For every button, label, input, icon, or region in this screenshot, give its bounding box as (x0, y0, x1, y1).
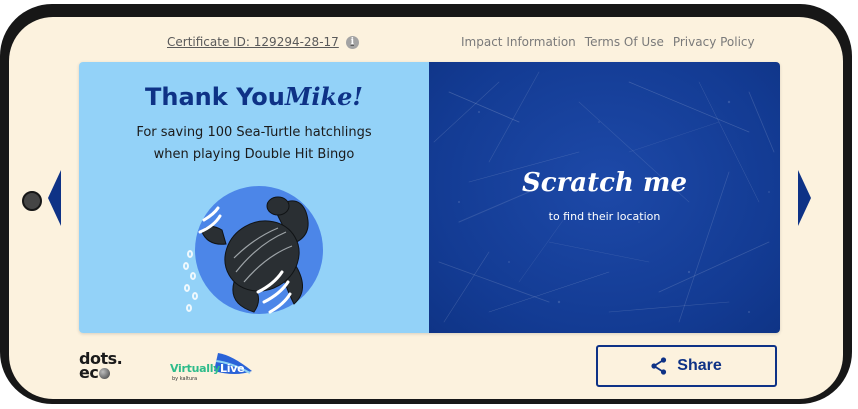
sea-turtle-illustration (183, 186, 323, 314)
logo-word-virtually: Virtually (170, 362, 221, 375)
privacy-policy-link[interactable]: Privacy Policy (673, 35, 755, 49)
subtitle-line: For saving 100 Sea-Turtle hatchlings (136, 125, 372, 140)
globe-icon (99, 367, 111, 379)
logo-word-live: Live (220, 362, 245, 375)
thank-you-subtitle: For saving 100 Sea-Turtle hatchlings whe… (99, 122, 409, 166)
scratch-title: Scratch me (521, 168, 687, 198)
user-name: Mike! (284, 82, 363, 111)
phone-camera (22, 191, 42, 211)
logo-by-kaltura: by kaltura (172, 376, 198, 382)
dots-eco-logo: dots. ec (79, 351, 123, 382)
certificate-id-link[interactable]: Certificate ID: 129294-28-17 i (167, 35, 359, 49)
scratch-subtitle: to find their location (548, 210, 661, 223)
dots-logo-line-2: ec (79, 363, 122, 382)
terms-of-use-link[interactable]: Terms Of Use (585, 35, 664, 49)
dots-logo-text: ec (79, 363, 99, 382)
chevron-right-icon[interactable] (798, 170, 812, 226)
share-icon (651, 357, 667, 375)
info-icon[interactable]: i (345, 35, 359, 49)
chevron-left-icon[interactable] (47, 170, 61, 226)
thank-you-text: Thank You (145, 83, 285, 111)
thank-you-panel: Thank YouMike! For saving 100 Sea-Turtle… (79, 62, 429, 333)
virtually-live-logo: VirtuallyLive by kaltura (170, 351, 258, 385)
certificate-card: Thank YouMike! For saving 100 Sea-Turtle… (79, 62, 780, 333)
certificate-id-text: Certificate ID: 129294-28-17 (167, 35, 339, 49)
scratch-panel[interactable]: Scratch me to find their location (429, 62, 780, 333)
logo-wordmark: VirtuallyLive (170, 362, 245, 375)
thank-you-heading: Thank YouMike! (79, 82, 429, 111)
phone-frame: Certificate ID: 129294-28-17 i Impact In… (0, 4, 852, 404)
subtitle-line: when playing Double Hit Bingo (153, 147, 355, 162)
phone-side-button (221, 4, 300, 14)
impact-information-link[interactable]: Impact Information (461, 35, 576, 49)
top-links: Impact Information Terms Of Use Privacy … (461, 35, 755, 49)
share-label: Share (677, 357, 722, 374)
phone-side-button (132, 4, 211, 14)
share-button[interactable]: Share (596, 345, 777, 387)
phone-screen: Certificate ID: 129294-28-17 i Impact In… (9, 17, 843, 399)
